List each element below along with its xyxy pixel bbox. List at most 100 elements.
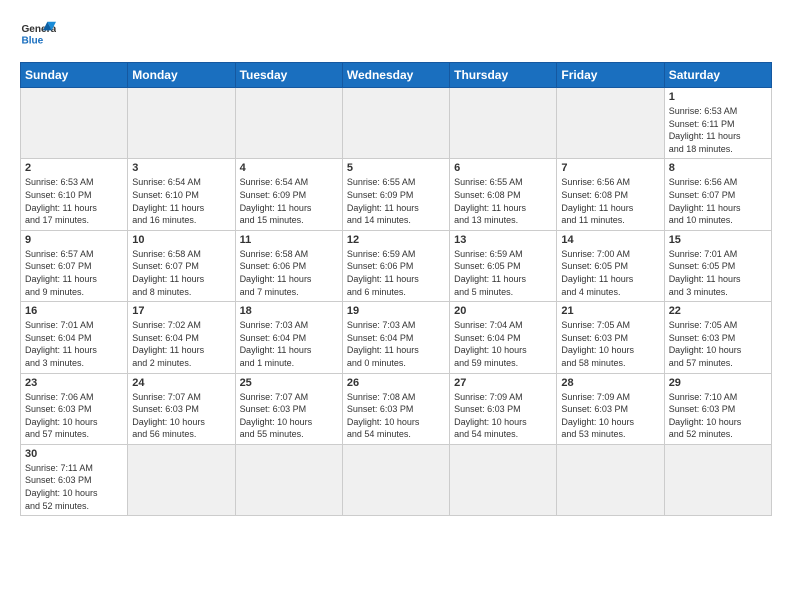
- day-info: Sunrise: 7:07 AMSunset: 6:03 PMDaylight:…: [132, 391, 230, 441]
- day-number: 7: [561, 162, 659, 174]
- calendar-day: 22 Sunrise: 7:05 AMSunset: 6:03 PMDayligh…: [664, 302, 771, 373]
- calendar-day: 10 Sunrise: 6:58 AMSunset: 6:07 PMDayligh…: [128, 230, 235, 301]
- day-number: 23: [25, 377, 123, 389]
- day-info: Sunrise: 7:05 AMSunset: 6:03 PMDaylight:…: [669, 319, 767, 369]
- day-number: 5: [347, 162, 445, 174]
- day-number: 8: [669, 162, 767, 174]
- day-number: 20: [454, 305, 552, 317]
- day-info: Sunrise: 7:01 AMSunset: 6:04 PMDaylight:…: [25, 319, 123, 369]
- calendar-day: 6 Sunrise: 6:55 AMSunset: 6:08 PMDaylight…: [450, 159, 557, 230]
- day-number: 1: [669, 91, 767, 103]
- calendar-week-row: 2 Sunrise: 6:53 AMSunset: 6:10 PMDaylight…: [21, 159, 772, 230]
- day-info: Sunrise: 7:09 AMSunset: 6:03 PMDaylight:…: [454, 391, 552, 441]
- day-info: Sunrise: 6:56 AMSunset: 6:08 PMDaylight:…: [561, 176, 659, 226]
- day-info: Sunrise: 6:54 AMSunset: 6:09 PMDaylight:…: [240, 176, 338, 226]
- svg-text:Blue: Blue: [21, 35, 43, 46]
- day-info: Sunrise: 7:03 AMSunset: 6:04 PMDaylight:…: [347, 319, 445, 369]
- day-header-tuesday: Tuesday: [235, 63, 342, 88]
- calendar-day: 16 Sunrise: 7:01 AMSunset: 6:04 PMDayligh…: [21, 302, 128, 373]
- day-number: 13: [454, 234, 552, 246]
- day-header-thursday: Thursday: [450, 63, 557, 88]
- day-header-sunday: Sunday: [21, 63, 128, 88]
- day-number: 15: [669, 234, 767, 246]
- calendar-day: 15 Sunrise: 7:01 AMSunset: 6:05 PMDayligh…: [664, 230, 771, 301]
- calendar-day: [128, 88, 235, 159]
- calendar-day: 4Sunrise: 6:54 AMSunset: 6:09 PMDaylight…: [235, 159, 342, 230]
- day-info: Sunrise: 7:11 AMSunset: 6:03 PMDaylight:…: [25, 462, 123, 512]
- day-number: 11: [240, 234, 338, 246]
- calendar-day: 25Sunrise: 7:07 AMSunset: 6:03 PMDayligh…: [235, 373, 342, 444]
- page-header: General Blue: [20, 16, 772, 52]
- day-info: Sunrise: 6:59 AMSunset: 6:05 PMDaylight:…: [454, 248, 552, 298]
- day-header-saturday: Saturday: [664, 63, 771, 88]
- calendar-day: 18Sunrise: 7:03 AMSunset: 6:04 PMDayligh…: [235, 302, 342, 373]
- day-info: Sunrise: 6:55 AMSunset: 6:08 PMDaylight:…: [454, 176, 552, 226]
- day-info: Sunrise: 7:01 AMSunset: 6:05 PMDaylight:…: [669, 248, 767, 298]
- logo-icon: General Blue: [20, 16, 56, 52]
- day-number: 10: [132, 234, 230, 246]
- calendar-day: 8 Sunrise: 6:56 AMSunset: 6:07 PMDaylight…: [664, 159, 771, 230]
- calendar-day: [450, 444, 557, 515]
- calendar-day: [557, 444, 664, 515]
- day-info: Sunrise: 7:05 AMSunset: 6:03 PMDaylight:…: [561, 319, 659, 369]
- day-number: 16: [25, 305, 123, 317]
- day-info: Sunrise: 7:10 AMSunset: 6:03 PMDaylight:…: [669, 391, 767, 441]
- day-header-wednesday: Wednesday: [342, 63, 449, 88]
- calendar-day: [21, 88, 128, 159]
- day-number: 30: [25, 448, 123, 460]
- calendar-day: 14Sunrise: 7:00 AMSunset: 6:05 PMDayligh…: [557, 230, 664, 301]
- calendar-day: [664, 444, 771, 515]
- day-number: 12: [347, 234, 445, 246]
- day-info: Sunrise: 6:55 AMSunset: 6:09 PMDaylight:…: [347, 176, 445, 226]
- calendar-day: 19Sunrise: 7:03 AMSunset: 6:04 PMDayligh…: [342, 302, 449, 373]
- day-info: Sunrise: 6:56 AMSunset: 6:07 PMDaylight:…: [669, 176, 767, 226]
- day-info: Sunrise: 6:53 AMSunset: 6:10 PMDaylight:…: [25, 176, 123, 226]
- calendar-day: [342, 444, 449, 515]
- day-number: 21: [561, 305, 659, 317]
- day-header-friday: Friday: [557, 63, 664, 88]
- day-info: Sunrise: 7:00 AMSunset: 6:05 PMDaylight:…: [561, 248, 659, 298]
- day-number: 6: [454, 162, 552, 174]
- calendar-day: 21 Sunrise: 7:05 AMSunset: 6:03 PMDayligh…: [557, 302, 664, 373]
- calendar-day: [128, 444, 235, 515]
- day-info: Sunrise: 6:58 AMSunset: 6:07 PMDaylight:…: [132, 248, 230, 298]
- calendar-day: 1 Sunrise: 6:53 AMSunset: 6:11 PMDaylight…: [664, 88, 771, 159]
- day-info: Sunrise: 6:53 AMSunset: 6:11 PMDaylight:…: [669, 105, 767, 155]
- day-header-monday: Monday: [128, 63, 235, 88]
- calendar-week-row: 9 Sunrise: 6:57 AMSunset: 6:07 PMDaylight…: [21, 230, 772, 301]
- day-info: Sunrise: 6:58 AMSunset: 6:06 PMDaylight:…: [240, 248, 338, 298]
- calendar-day: 23 Sunrise: 7:06 AMSunset: 6:03 PMDayligh…: [21, 373, 128, 444]
- day-info: Sunrise: 7:08 AMSunset: 6:03 PMDaylight:…: [347, 391, 445, 441]
- calendar-week-row: 16 Sunrise: 7:01 AMSunset: 6:04 PMDayligh…: [21, 302, 772, 373]
- calendar-day: 2 Sunrise: 6:53 AMSunset: 6:10 PMDaylight…: [21, 159, 128, 230]
- calendar-day: [235, 444, 342, 515]
- calendar-week-row: 30 Sunrise: 7:11 AMSunset: 6:03 PMDayligh…: [21, 444, 772, 515]
- calendar-week-row: 1 Sunrise: 6:53 AMSunset: 6:11 PMDaylight…: [21, 88, 772, 159]
- calendar-week-row: 23 Sunrise: 7:06 AMSunset: 6:03 PMDayligh…: [21, 373, 772, 444]
- day-info: Sunrise: 7:06 AMSunset: 6:03 PMDaylight:…: [25, 391, 123, 441]
- day-info: Sunrise: 7:02 AMSunset: 6:04 PMDaylight:…: [132, 319, 230, 369]
- day-number: 27: [454, 377, 552, 389]
- calendar-day: 5 Sunrise: 6:55 AMSunset: 6:09 PMDaylight…: [342, 159, 449, 230]
- calendar-day: 3Sunrise: 6:54 AMSunset: 6:10 PMDaylight…: [128, 159, 235, 230]
- day-info: Sunrise: 6:57 AMSunset: 6:07 PMDaylight:…: [25, 248, 123, 298]
- calendar-day: 20Sunrise: 7:04 AMSunset: 6:04 PMDayligh…: [450, 302, 557, 373]
- calendar-day: 17Sunrise: 7:02 AMSunset: 6:04 PMDayligh…: [128, 302, 235, 373]
- calendar-day: [235, 88, 342, 159]
- day-info: Sunrise: 7:09 AMSunset: 6:03 PMDaylight:…: [561, 391, 659, 441]
- day-number: 25: [240, 377, 338, 389]
- calendar-day: 7 Sunrise: 6:56 AMSunset: 6:08 PMDaylight…: [557, 159, 664, 230]
- calendar-day: 13 Sunrise: 6:59 AMSunset: 6:05 PMDayligh…: [450, 230, 557, 301]
- calendar-day: 29Sunrise: 7:10 AMSunset: 6:03 PMDayligh…: [664, 373, 771, 444]
- calendar-day: 12Sunrise: 6:59 AMSunset: 6:06 PMDayligh…: [342, 230, 449, 301]
- day-number: 9: [25, 234, 123, 246]
- day-number: 22: [669, 305, 767, 317]
- calendar-day: [557, 88, 664, 159]
- calendar-day: 11 Sunrise: 6:58 AMSunset: 6:06 PMDayligh…: [235, 230, 342, 301]
- calendar-day: 28Sunrise: 7:09 AMSunset: 6:03 PMDayligh…: [557, 373, 664, 444]
- day-info: Sunrise: 6:54 AMSunset: 6:10 PMDaylight:…: [132, 176, 230, 226]
- day-number: 2: [25, 162, 123, 174]
- calendar-day: 9 Sunrise: 6:57 AMSunset: 6:07 PMDaylight…: [21, 230, 128, 301]
- day-info: Sunrise: 7:03 AMSunset: 6:04 PMDaylight:…: [240, 319, 338, 369]
- logo: General Blue: [20, 16, 56, 52]
